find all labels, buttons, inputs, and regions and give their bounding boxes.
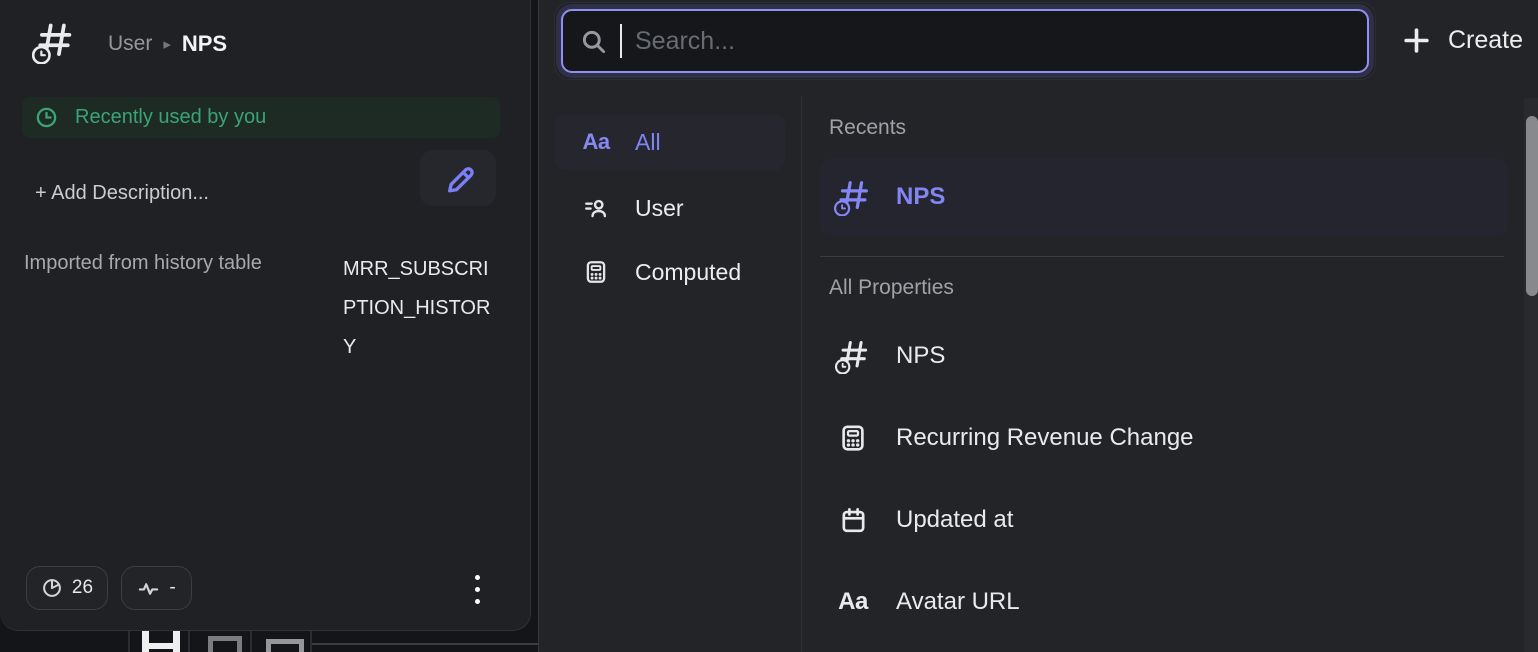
chevron-right-icon: ▸ — [163, 35, 171, 53]
filter-label: User — [635, 195, 684, 222]
breadcrumb: User ▸ NPS — [108, 29, 227, 59]
imported-from-label: Imported from history table — [24, 252, 262, 275]
all-properties-section-header: All Properties — [829, 276, 954, 300]
aa-text-icon: Aa — [579, 129, 613, 155]
calendar-icon — [833, 506, 873, 535]
recently-used-label: Recently used by you — [75, 106, 266, 129]
background-chart-line — [188, 630, 190, 652]
user-list-icon — [579, 195, 613, 221]
clock-icon — [35, 106, 58, 129]
hash-clock-icon — [833, 178, 873, 216]
filter-tab-all[interactable]: Aa All — [555, 114, 785, 170]
pie-chart-icon — [41, 577, 63, 599]
aa-text-icon: Aa — [833, 588, 873, 616]
hash-clock-icon — [833, 338, 873, 374]
plus-icon — [1401, 25, 1432, 56]
scrollbar-thumb[interactable] — [1526, 116, 1538, 296]
property-item-avatar-url[interactable]: Aa Avatar URL — [820, 574, 1508, 630]
trend-value: - — [169, 577, 175, 599]
create-button[interactable]: Create — [1401, 15, 1538, 65]
background-gridline — [312, 643, 538, 645]
background-chart-bar — [208, 636, 242, 652]
horizontal-divider — [820, 256, 1504, 257]
create-button-label: Create — [1448, 26, 1523, 55]
background-chart-bar — [142, 631, 180, 652]
property-detail-card: User ▸ NPS Recently used by you + Add De… — [0, 0, 531, 631]
background-chart-line — [310, 630, 312, 652]
property-item-label: Updated at — [896, 506, 1013, 534]
kebab-menu-icon[interactable] — [466, 568, 488, 610]
add-description-link[interactable]: + Add Description... — [35, 182, 209, 205]
background-chart-bar — [266, 639, 304, 652]
property-picker-modal: Create Aa All User Computed Recents NPS … — [538, 0, 1538, 652]
search-icon — [580, 28, 607, 55]
breadcrumb-parent[interactable]: User — [108, 32, 152, 56]
filter-label: Computed — [635, 259, 741, 286]
calculator-icon — [579, 259, 613, 285]
recently-used-badge: Recently used by you — [22, 97, 500, 138]
search-bar-container — [554, 2, 1376, 80]
number-property-hash-clock-icon — [32, 20, 76, 66]
text-caret — [620, 24, 622, 58]
property-item-updated-at[interactable]: Updated at — [820, 492, 1508, 548]
property-item-nps[interactable]: NPS — [820, 328, 1508, 384]
trend-button[interactable]: - — [121, 566, 192, 610]
edit-description-button[interactable] — [420, 150, 496, 206]
calculator-icon — [833, 423, 873, 453]
property-item-label: Recurring Revenue Change — [896, 424, 1194, 452]
property-item-label: NPS — [896, 342, 945, 370]
filter-tab-computed[interactable]: Computed — [555, 244, 785, 300]
vertical-divider — [801, 96, 802, 652]
background-chart-line — [250, 630, 252, 652]
property-item-label: Avatar URL — [896, 588, 1020, 616]
search-box[interactable] — [561, 9, 1369, 73]
property-item-nps-recent[interactable]: NPS — [820, 158, 1508, 236]
recents-section-header: Recents — [829, 116, 906, 140]
usage-count-value: 26 — [72, 577, 93, 599]
property-item-label: NPS — [896, 183, 945, 211]
breadcrumb-current: NPS — [182, 31, 227, 57]
pulse-icon — [137, 577, 160, 600]
imported-table-name: MRR_SUBSCRIPTION_HISTORY — [343, 250, 495, 367]
background-chart-line — [128, 630, 130, 652]
property-item-recurring-revenue-change[interactable]: Recurring Revenue Change — [820, 410, 1508, 466]
search-input[interactable] — [635, 27, 1367, 56]
filter-label: All — [635, 129, 661, 156]
pencil-icon — [443, 163, 474, 194]
filter-tab-user[interactable]: User — [555, 180, 785, 236]
usage-count-button[interactable]: 26 — [26, 566, 108, 610]
